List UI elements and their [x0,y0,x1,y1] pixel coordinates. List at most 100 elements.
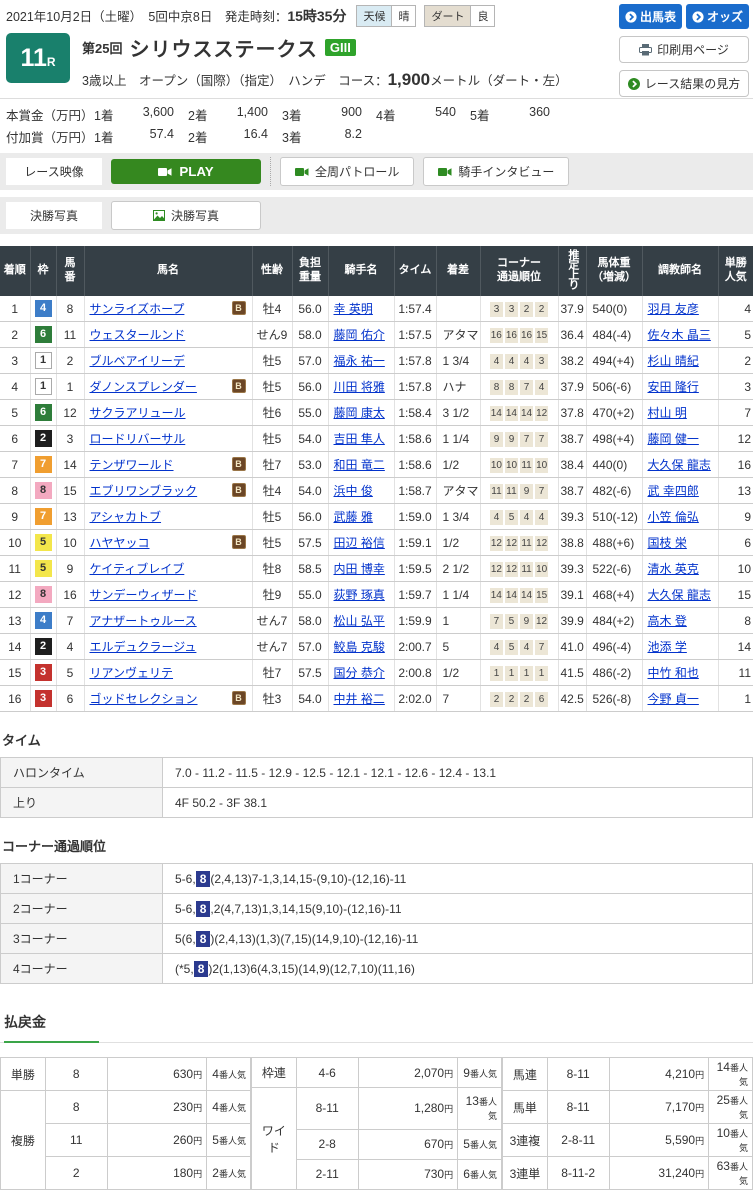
trainer-link[interactable]: 佐々木 晶三 [648,328,711,342]
sex-age: せん7 [252,633,293,660]
weight-carried: 58.0 [292,321,329,348]
finish-position: 11 [0,555,31,582]
jockey-link[interactable]: 幸 英明 [334,302,373,316]
race-conditions: 3歳以上 オープン（国際）（指定） ハンデ コース：1,900メートル（ダート・… [82,70,568,89]
jockey-link[interactable]: 鮫島 克駿 [334,640,385,654]
horse-number: 10 [56,529,85,556]
trainer-link[interactable]: 池添 学 [648,640,687,654]
corner-row: 3コーナー 5(6, 8)(2,4,13)(1,3)(7,15)(14,9,10)-… [0,923,753,954]
prize-amount: 16.4 [243,127,268,141]
print-page-button[interactable]: 印刷用ページ [619,36,749,63]
odds-button[interactable]: オッズ [686,4,749,29]
divider [0,98,753,99]
jockey-link[interactable]: 中井 裕二 [334,692,385,706]
horse-weight: 496(-4) [586,633,643,660]
sex-age: 牡3 [252,685,293,712]
win-popularity: 5 [718,321,753,348]
horse-name-link[interactable]: ダノンスプレンダー [90,380,197,394]
blinker-icon: B [231,483,246,497]
horse-name-link[interactable]: リアンヴェリテ [90,666,174,680]
horse-name-link[interactable]: ケイティブレイブ [90,562,185,576]
jockey-link[interactable]: 吉田 隼人 [334,432,385,446]
corner-positions: 11 11 9 7 [480,477,559,504]
horse-name-link[interactable]: ロードリバーサル [90,432,186,446]
trainer-link[interactable]: 村山 明 [648,406,687,420]
frame-badge: 2 [34,430,52,447]
trainer-link[interactable]: 小笠 倫弘 [648,510,699,524]
trainer-link[interactable]: 杉山 晴紀 [648,354,699,368]
jockey-link[interactable]: 武藤 雅 [334,510,373,524]
jockey-link[interactable]: 藤岡 康太 [334,406,385,420]
trainer-link[interactable]: 大久保 龍志 [648,588,711,602]
sex-age: 牡5 [252,425,293,452]
corner-positions: 14 14 14 15 [480,581,559,608]
trainer-link[interactable]: 羽月 友彦 [648,302,699,316]
results-column-header: 騎手名 [328,246,395,296]
win-popularity: 13 [718,477,753,504]
horse-weight: 468(+4) [586,581,643,608]
horse-name-link[interactable]: アナザートゥルース [90,614,197,628]
horse-name-link[interactable]: サンデーウィザード [90,588,198,602]
jockey-link[interactable]: 田辺 裕信 [334,536,385,550]
horse-name-link[interactable]: ウェスタールンド [90,328,186,342]
jockey-link[interactable]: 国分 恭介 [334,666,385,680]
results-guide-button[interactable]: レース結果の見方 [619,70,749,97]
finish-photo-button[interactable]: 決勝写真 [111,201,261,230]
separator [270,157,271,186]
patrol-video-button[interactable]: 全周パトロール [280,157,415,186]
weight-carried: 58.5 [292,555,329,582]
trainer-link[interactable]: 安田 隆行 [648,380,699,394]
finish-position: 3 [0,347,31,374]
horse-name-link[interactable]: サンライズホープ [90,302,185,316]
time-row-value: 4F 50.2 - 3F 38.1 [162,787,753,818]
jockey-link[interactable]: 福永 祐一 [334,354,385,368]
trainer-link[interactable]: 国枝 栄 [648,536,687,550]
horse-name-link[interactable]: ゴッドセレクション [90,692,198,706]
result-row: 3 1 2 ブルベアイリーデ 牡5 57.0 福永 祐一 1:57.8 1 3/4 4 4 4 3 38.… [0,347,753,374]
time-row: ハロンタイム 7.0 - 11.2 - 11.5 - 12.9 - 12.5 - … [0,757,753,788]
jockey-link[interactable]: 藤岡 佑介 [334,328,385,342]
trainer-link[interactable]: 武 幸四郎 [648,484,699,498]
frame-badge: 6 [34,404,52,421]
horse-name-link[interactable]: サクラアリュール [90,406,186,420]
main-prize-values: 1着 3,600 2着 1,400 3着 900 4着 540 5着 360 [94,105,564,124]
jockey-link[interactable]: 川田 将雅 [334,380,385,394]
entry-table-button[interactable]: 出馬表 [619,4,682,29]
horse-number: 12 [56,399,85,426]
trainer-link[interactable]: 藤岡 健一 [648,432,699,446]
payout-amount: 7,170円 [608,1090,710,1124]
corner-positions: 8874 [480,373,559,400]
horse-name-link[interactable]: アシャカトブ [90,510,162,524]
payout-group-table: 馬連 8-11 4,210円 14番人気 馬単 8-11 7,170円 25番人気 3連複 2-8… [502,1057,753,1190]
finish-time: 2:00.7 [394,633,437,660]
play-button[interactable]: PLAY [111,159,261,184]
frame-badge: 7 [34,456,52,473]
horse-name-link[interactable]: ハヤヤッコ [90,536,150,550]
horse-name-link[interactable]: ブルベアイリーデ [90,354,185,368]
last-3f: 39.9 [558,607,587,634]
trainer-link[interactable]: 高木 登 [648,614,687,628]
jockey-link[interactable]: 内田 博幸 [334,562,385,576]
horse-name-link[interactable]: テンザワールド [90,458,174,472]
jockey-interview-button[interactable]: 騎手インタビュー [423,157,570,186]
corner-positions: 14 14 14 12 [480,399,559,426]
added-prize-values: 1着 57.4 2着 16.4 3着 8.2 [94,127,376,146]
jockey-link[interactable]: 松山 弘平 [334,614,385,628]
corner-row-value: 5(6, 8)(2,4,13)(1,3)(7,15)(14,9,10)-(12,1… [162,923,753,954]
margin: 1/2 [436,451,481,478]
trainer-link[interactable]: 清水 英克 [648,562,699,576]
trainer-link[interactable]: 中竹 和也 [648,666,699,680]
jockey-link[interactable]: 浜中 俊 [334,484,373,498]
jockey-link[interactable]: 荻野 琢真 [334,588,385,602]
trainer-link[interactable]: 大久保 龍志 [648,458,711,472]
horse-name-link[interactable]: エブリワンブラック [90,484,198,498]
winner-number-highlight: 8 [195,930,211,947]
finish-position: 6 [0,425,31,452]
trainer-link[interactable]: 今野 貞一 [648,692,699,706]
jockey-link[interactable]: 和田 竜二 [334,458,385,472]
payout-amount: 630円 [106,1057,208,1091]
win-popularity: 10 [718,555,753,582]
horse-name-link[interactable]: エルデュクラージュ [90,640,197,654]
corner-table: 1コーナー 5-6, 8 (2,4,13)7-1,3,14,15-(9,10)-(12… [0,863,753,984]
bet-combination: 4-6 [295,1056,359,1089]
